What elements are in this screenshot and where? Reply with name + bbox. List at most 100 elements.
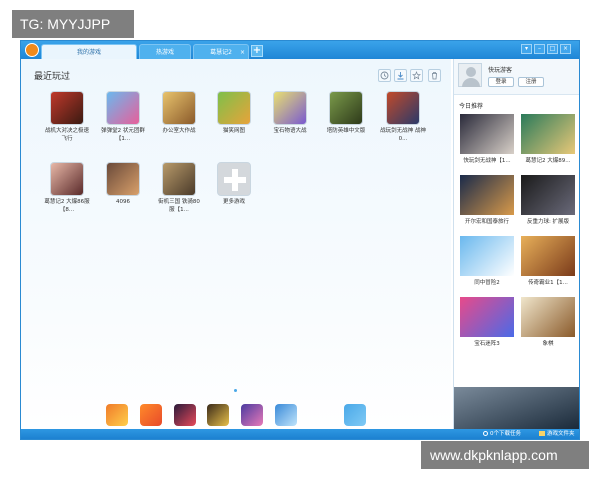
register-button[interactable]: 注册 — [518, 77, 544, 87]
game-item[interactable]: 战机大对决之极速飞行 — [44, 91, 90, 143]
recommended-game-image — [521, 236, 575, 276]
minimize-button[interactable]: – — [534, 44, 545, 54]
recommended-game-label: 开尔宏和国泰旅行 — [464, 219, 509, 225]
dock-item-icon — [207, 404, 229, 426]
recent-played-title: 最近玩过 — [34, 72, 71, 82]
game-thumbnail — [273, 91, 307, 125]
game-label: 战机大对决之极速飞行 — [44, 128, 89, 142]
close-tab-icon[interactable]: × — [240, 45, 245, 60]
game-item[interactable]: 塔防英雄中文版 — [323, 91, 369, 136]
watermark-bottom-right: www.dkpknlapp.com — [421, 441, 589, 469]
game-folder[interactable]: 游戏文件夹 — [539, 429, 575, 439]
more-games-item[interactable]: 更多游戏 — [211, 162, 257, 207]
recommended-game-image — [521, 297, 575, 337]
game-folder-label: 游戏文件夹 — [547, 431, 575, 437]
game-item[interactable]: 猫笑网图 — [211, 91, 257, 136]
dock-item-icon — [140, 404, 162, 426]
recommended-game[interactable]: 同中冒险2 — [460, 236, 514, 286]
game-thumbnail — [217, 91, 251, 125]
game-thumbnail — [329, 91, 363, 125]
recommended-game-label: 宝石迷阵3 — [474, 341, 500, 347]
title-bar: 我的游戏 热游戏 葛慧记2 × + ▾ – □ × — [21, 41, 579, 59]
recommended-game-image — [460, 114, 514, 154]
maximize-button[interactable]: □ — [547, 44, 558, 54]
tab-game-3-label: 葛慧记2 — [210, 49, 232, 56]
game-item[interactable]: 办公室大作战 — [156, 91, 202, 136]
recommended-game[interactable]: 快玩剑无战神【1... — [460, 114, 514, 164]
user-name: 快玩游客 — [488, 67, 513, 74]
download-tasks-label: 0个下载任务 — [490, 431, 521, 437]
recommended-game[interactable]: 象棋 — [521, 297, 575, 347]
game-item[interactable]: 弹弹堂2 状元团群【1... — [100, 91, 146, 143]
game-label: 4096 — [116, 199, 130, 205]
recommended-game-image — [521, 114, 575, 154]
dock-item-icon — [106, 404, 128, 426]
side-panel: 快玩游客 登录 注册 今日推荐 快玩剑无战神【1... 葛慧记2 大爆89... 开… — [453, 59, 579, 429]
game-item[interactable]: 葛慧记2 大爆86服【8... — [44, 162, 90, 214]
game-thumbnail — [50, 91, 84, 125]
status-bar: 0个下载任务 游戏文件夹 — [21, 429, 579, 439]
recommended-game-image — [460, 297, 514, 337]
game-label: 更多游戏 — [222, 199, 245, 205]
download-tasks[interactable]: 0个下载任务 — [483, 429, 521, 439]
add-tab-button[interactable]: + — [251, 45, 263, 57]
dock-item-icon — [275, 404, 297, 426]
game-thumbnail — [162, 91, 196, 125]
game-launcher-window: 我的游戏 热游戏 葛慧记2 × + ▾ – □ × 最近玩过 战机大对决之极速飞… — [20, 40, 580, 440]
recommended-game[interactable]: 葛慧记2 大爆89... — [521, 114, 575, 164]
download-icon[interactable] — [394, 69, 407, 82]
game-label: 弹弹堂2 状元团群【1... — [101, 128, 145, 142]
game-item[interactable]: 宝石物语大战 — [267, 91, 313, 136]
recommended-game-label: 反重力球: 扩展版 — [526, 219, 570, 225]
avatar[interactable] — [458, 63, 482, 87]
download-task-icon — [483, 431, 488, 436]
game-label: 宝石物语大战 — [273, 128, 307, 134]
game-thumbnail — [386, 91, 420, 125]
user-area: 快玩游客 登录 注册 — [454, 59, 579, 95]
recommended-game[interactable]: 反重力球: 扩展版 — [521, 175, 575, 225]
recommended-game[interactable]: 宝石迷阵3 — [460, 297, 514, 347]
game-thumbnail — [50, 162, 84, 196]
game-label: 猫笑网图 — [222, 128, 245, 134]
dock-item-icon — [241, 404, 263, 426]
recommended-game-label: 葛慧记2 大爆89... — [525, 158, 571, 164]
screenshot-stage: TG: MYYJJPP 我的游戏 热游戏 葛慧记2 × + ▾ – □ × 最近… — [0, 0, 600, 480]
game-label: 街机三国 铁骑80服【1... — [158, 199, 200, 213]
promo-banner[interactable] — [454, 387, 579, 429]
game-label: 办公室大作战 — [162, 128, 196, 134]
tab-game-3[interactable]: 葛慧记2 × — [193, 44, 249, 59]
page-indicator-dot[interactable] — [234, 389, 237, 392]
tab-hot-games[interactable]: 热游戏 — [139, 44, 191, 59]
today-recommend-title: 今日推荐 — [459, 103, 484, 110]
game-thumbnail — [106, 162, 140, 196]
game-label: 塔防英雄中文版 — [326, 128, 366, 134]
recommended-game-image — [521, 175, 575, 215]
recommended-game-image — [460, 175, 514, 215]
recommended-game[interactable]: 开尔宏和国泰旅行 — [460, 175, 514, 225]
main-content: 最近玩过 战机大对决之极速飞行 弹弹堂2 状元团群【1... 办公室大作战 猫笑网图 宝… — [21, 59, 451, 436]
star-icon[interactable] — [410, 69, 423, 82]
game-thumbnail — [106, 91, 140, 125]
recommended-game-label: 快玩剑无战神【1... — [463, 158, 511, 164]
recommended-game-image — [460, 236, 514, 276]
tab-my-games[interactable]: 我的游戏 — [41, 44, 137, 59]
dock-item-icon — [344, 404, 366, 426]
plus-icon — [217, 162, 251, 196]
close-window-button[interactable]: × — [560, 44, 571, 54]
recommended-game-label: 象棋 — [542, 341, 554, 347]
watermark-top-left: TG: MYYJJPP — [12, 10, 134, 38]
menu-button[interactable]: ▾ — [521, 44, 532, 54]
app-logo-icon — [25, 43, 39, 57]
recommended-game-label: 传奇霸业1【1... — [528, 280, 568, 286]
trash-icon[interactable] — [428, 69, 441, 82]
game-label: 战玩剑无战神 战神0... — [380, 128, 426, 142]
recommended-game[interactable]: 传奇霸业1【1... — [521, 236, 575, 286]
game-thumbnail — [162, 162, 196, 196]
login-button[interactable]: 登录 — [488, 77, 514, 87]
game-item[interactable]: 战玩剑无战神 战神0... — [380, 91, 426, 143]
game-item[interactable]: 4096 — [100, 162, 146, 207]
recommended-game-label: 同中冒险2 — [474, 280, 500, 286]
game-item[interactable]: 街机三国 铁骑80服【1... — [156, 162, 202, 214]
clock-icon[interactable] — [378, 69, 391, 82]
dock-item-icon — [174, 404, 196, 426]
